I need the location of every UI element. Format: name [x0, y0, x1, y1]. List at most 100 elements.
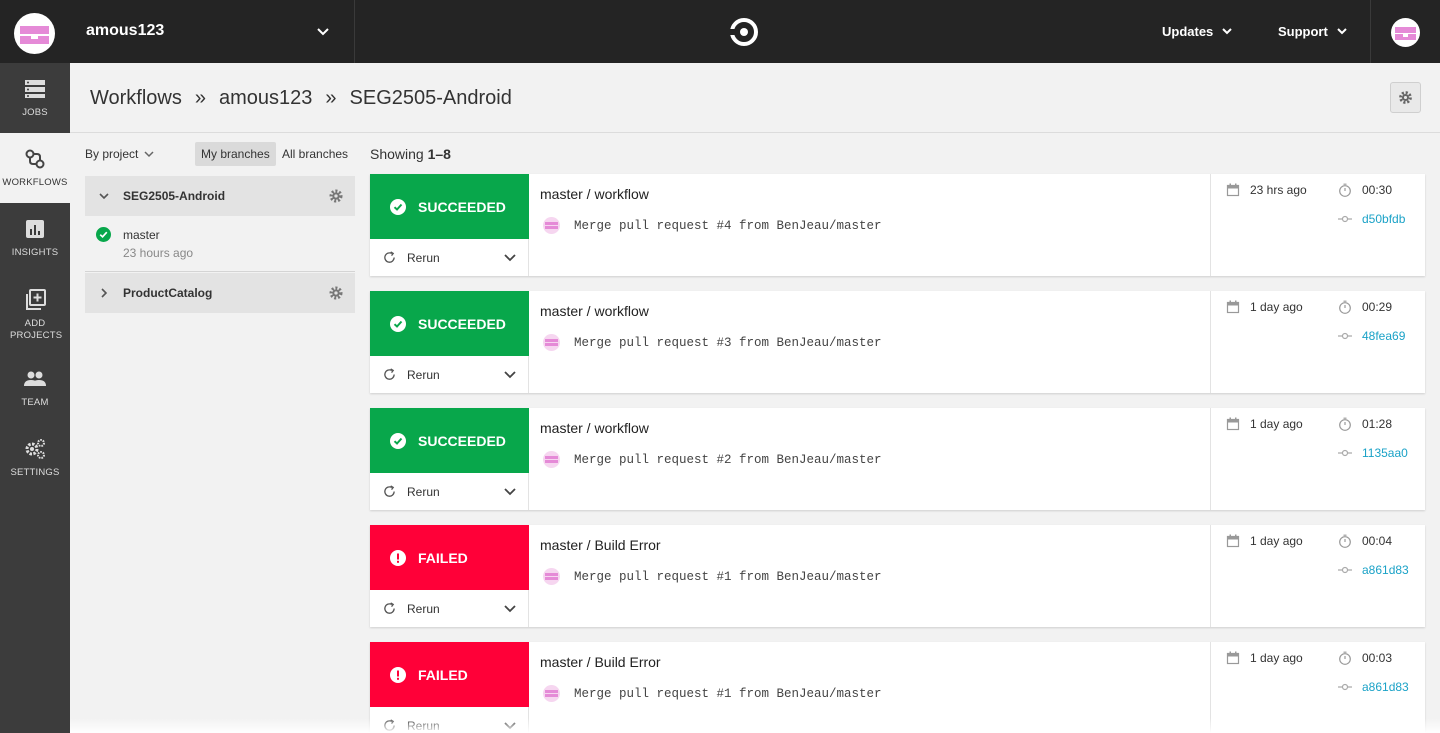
status-label: SUCCEEDED	[418, 432, 506, 449]
commit-text: Merge pull request #2 from BenJeau/maste…	[574, 452, 882, 467]
workflow-duration: 00:03	[1338, 651, 1392, 665]
status-badge[interactable]: SUCCEEDED	[370, 291, 529, 356]
workflow-row: FAILED Rerun master / Build Error Merge …	[370, 525, 1425, 627]
tab-my-branches[interactable]: My branches	[195, 142, 276, 166]
sidebar-item-settings[interactable]: SETTINGS	[0, 423, 70, 493]
status-badge[interactable]: SUCCEEDED	[370, 408, 529, 473]
project-item[interactable]: SEG2505-Android	[85, 176, 355, 216]
project-settings-button[interactable]	[1390, 82, 1421, 113]
workflow-title[interactable]: master / Build Error	[540, 654, 661, 670]
calendar-icon	[1226, 651, 1240, 665]
rerun-button[interactable]: Rerun	[370, 590, 529, 627]
project-name: ProductCatalog	[123, 286, 213, 300]
commit-sha-link[interactable]: d50bfdb	[1338, 212, 1405, 226]
support-menu[interactable]: Support	[1278, 24, 1348, 39]
chevron-down-icon[interactable]	[503, 486, 517, 497]
commit-sha-link[interactable]: a861d83	[1338, 680, 1409, 694]
commit-sha-link[interactable]: 48fea69	[1338, 329, 1405, 343]
gear-icon[interactable]	[328, 188, 344, 204]
workflow-meta: 1 day ago 00:29 48fea69	[1210, 291, 1425, 393]
commit-text: Merge pull request #3 from BenJeau/maste…	[574, 335, 882, 350]
commit-icon	[1338, 683, 1352, 691]
status-badge[interactable]: FAILED	[370, 525, 529, 590]
commit-sha-link[interactable]: 1135aa0	[1338, 446, 1408, 460]
sidebar-item-label: TEAM	[21, 397, 49, 408]
sha-text: 48fea69	[1362, 329, 1406, 343]
sidebar-item-add-projects[interactable]: ADD PROJECTS	[0, 273, 70, 357]
workflow-title[interactable]: master / workflow	[540, 186, 649, 202]
circleci-logo-icon[interactable]	[729, 17, 759, 47]
org-avatar[interactable]	[14, 13, 55, 54]
time-ago: 23 hrs ago	[1250, 183, 1307, 197]
duration-text: 00:04	[1362, 534, 1393, 548]
duration-text: 00:03	[1362, 651, 1393, 665]
workflow-title[interactable]: master / workflow	[540, 420, 649, 436]
add-projects-icon	[26, 289, 46, 310]
workflow-start-time: 1 day ago	[1226, 300, 1303, 314]
workflow-meta: 23 hrs ago 00:30 d50bfdb	[1210, 174, 1425, 276]
calendar-icon	[1226, 534, 1240, 548]
workflow-row: SUCCEEDED Rerun master / workflow Merge …	[370, 291, 1425, 393]
breadcrumb-project[interactable]: SEG2505-Android	[350, 87, 512, 110]
workflow-title[interactable]: master / Build Error	[540, 537, 661, 553]
gear-icon	[1399, 91, 1412, 104]
rerun-label: Rerun	[407, 601, 440, 616]
commit-sha-link[interactable]: a861d83	[1338, 563, 1409, 577]
sha-text: 1135aa0	[1362, 446, 1408, 460]
commit-icon	[1338, 332, 1352, 340]
stopwatch-icon	[1339, 651, 1351, 665]
breadcrumb-workflows[interactable]: Workflows	[90, 87, 182, 110]
commit-message: Merge pull request #4 from BenJeau/maste…	[543, 217, 882, 234]
by-project-dropdown[interactable]: By project	[85, 147, 155, 161]
gear-icon[interactable]	[328, 285, 344, 301]
status-badge[interactable]: FAILED	[370, 642, 529, 707]
chevron-down-icon[interactable]	[503, 369, 517, 380]
divider	[354, 0, 355, 63]
commit-message: Merge pull request #2 from BenJeau/maste…	[543, 451, 882, 468]
time-ago: 1 day ago	[1250, 534, 1303, 548]
workflow-title[interactable]: master / workflow	[540, 303, 649, 319]
rerun-label: Rerun	[407, 250, 440, 265]
rerun-label: Rerun	[407, 367, 440, 382]
status-badge[interactable]: SUCCEEDED	[370, 174, 529, 239]
workflow-start-time: 1 day ago	[1226, 417, 1303, 431]
updates-menu[interactable]: Updates	[1162, 24, 1233, 39]
chevron-down-icon[interactable]	[503, 603, 517, 614]
breadcrumb-org[interactable]: amous123	[219, 87, 312, 110]
chevron-down-icon[interactable]	[316, 26, 330, 38]
tab-all-branches[interactable]: All branches	[276, 142, 354, 166]
project-name: SEG2505-Android	[123, 189, 226, 203]
breadcrumb-separator: »	[194, 87, 206, 109]
refresh-icon	[384, 602, 395, 614]
sidebar-item-jobs[interactable]: JOBS	[0, 63, 70, 133]
time-ago: 1 day ago	[1250, 417, 1303, 431]
support-label: Support	[1278, 24, 1328, 39]
top-bar: amous123 Updates Support	[0, 0, 1440, 63]
workflow-start-time: 23 hrs ago	[1226, 183, 1307, 197]
sha-text: a861d83	[1362, 680, 1409, 694]
user-avatar[interactable]	[1391, 18, 1420, 47]
success-check-icon	[96, 227, 111, 242]
sidebar-item-insights[interactable]: INSIGHTS	[0, 203, 70, 273]
project-item[interactable]: ProductCatalog	[85, 273, 355, 313]
rerun-button[interactable]: Rerun	[370, 239, 529, 276]
sha-text: d50bfdb	[1362, 212, 1406, 226]
rerun-label: Rerun	[407, 484, 440, 499]
sidebar-item-team[interactable]: TEAM	[0, 353, 70, 423]
org-name[interactable]: amous123	[86, 22, 164, 40]
rerun-button[interactable]: Rerun	[370, 473, 529, 510]
commit-text: Merge pull request #1 from BenJeau/maste…	[574, 686, 882, 701]
check-icon	[390, 432, 406, 449]
stopwatch-icon	[1339, 183, 1351, 197]
refresh-icon	[384, 368, 395, 380]
sidebar-item-workflows[interactable]: WORKFLOWS	[0, 133, 70, 203]
chevron-down-icon[interactable]	[503, 252, 517, 263]
chevron-down-icon	[1222, 27, 1233, 34]
refresh-icon	[384, 251, 395, 263]
workflow-duration: 01:28	[1338, 417, 1392, 431]
branch-item[interactable]: master 23 hours ago	[85, 215, 355, 271]
stopwatch-icon	[1339, 417, 1351, 431]
rerun-button[interactable]: Rerun	[370, 356, 529, 393]
avatar	[543, 685, 560, 702]
sidebar: JOBS WORKFLOWS INSIGHTS ADD PROJECTS TEA…	[0, 63, 70, 733]
